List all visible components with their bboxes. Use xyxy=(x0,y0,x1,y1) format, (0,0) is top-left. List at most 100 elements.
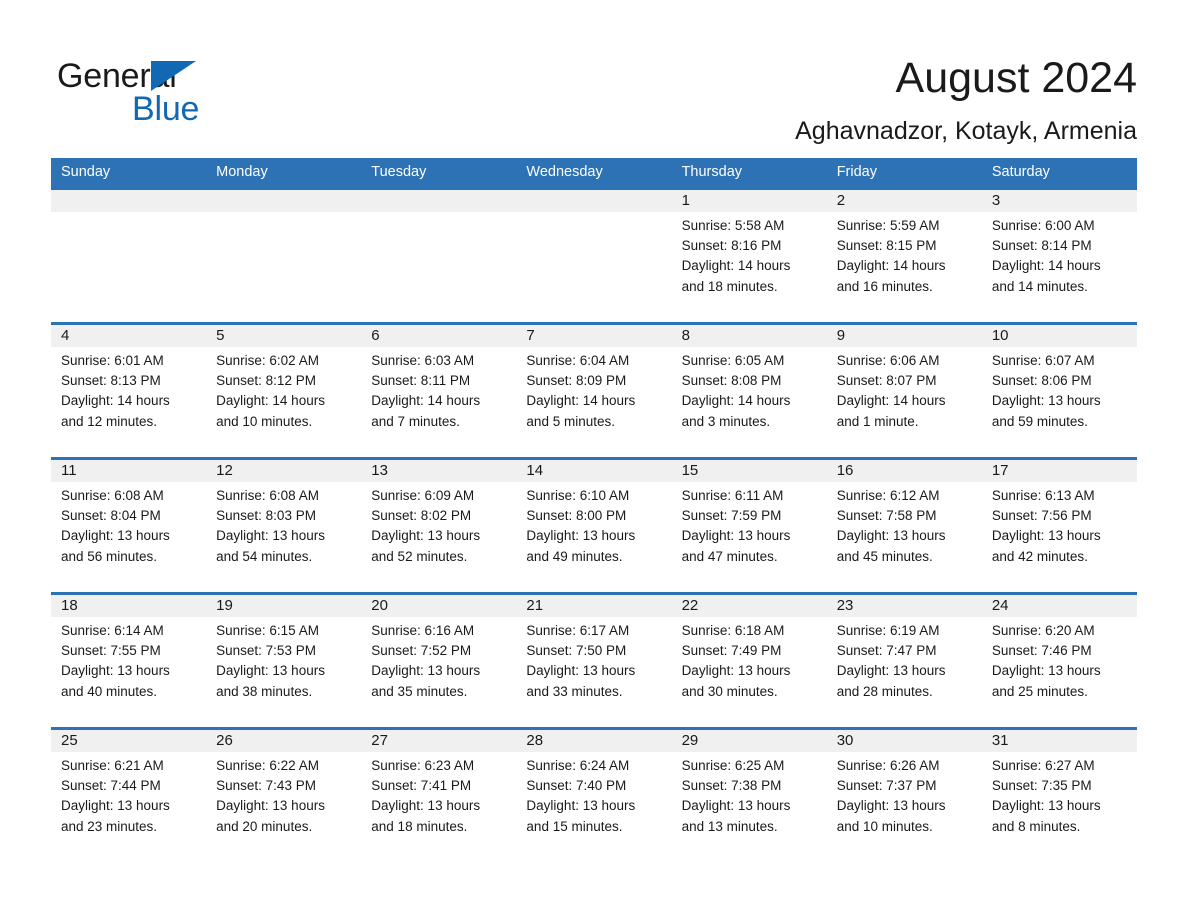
day-cell[interactable]: 10 Sunrise: 6:07 AM Sunset: 8:06 PM Dayl… xyxy=(982,325,1137,457)
day-cell[interactable]: 31 Sunrise: 6:27 AM Sunset: 7:35 PM Dayl… xyxy=(982,730,1137,862)
week-row: 11 Sunrise: 6:08 AM Sunset: 8:04 PM Dayl… xyxy=(51,457,1137,592)
weekday-header-monday: Monday xyxy=(216,164,268,180)
day-sun-info: Sunrise: 6:06 AM Sunset: 8:07 PM Dayligh… xyxy=(836,353,946,429)
general-blue-logo[interactable]: General Blue xyxy=(57,56,257,128)
day-cell[interactable]: 25 Sunrise: 6:21 AM Sunset: 7:44 PM Dayl… xyxy=(51,730,206,862)
title-block: August 2024 Aghavnadzor, Kotayk, Armenia xyxy=(795,52,1137,147)
day-cell[interactable]: 1 Sunrise: 5:58 AM Sunset: 8:16 PM Dayli… xyxy=(672,190,827,322)
day-number: 5 xyxy=(216,327,225,344)
location-subtitle: Aghavnadzor, Kotayk, Armenia xyxy=(795,117,1137,145)
day-number: 10 xyxy=(991,327,1009,344)
day-number: 6 xyxy=(371,327,380,344)
day-number: 14 xyxy=(526,462,544,479)
day-number: 21 xyxy=(526,597,544,614)
day-cell[interactable]: 7 Sunrise: 6:04 AM Sunset: 8:09 PM Dayli… xyxy=(516,325,671,457)
day-number: 4 xyxy=(61,327,70,344)
day-cell[interactable]: 15 Sunrise: 6:11 AM Sunset: 7:59 PM Dayl… xyxy=(672,460,827,592)
day-cell[interactable]: 18 Sunrise: 6:14 AM Sunset: 7:55 PM Dayl… xyxy=(51,595,206,727)
day-sun-info: Sunrise: 6:21 AM Sunset: 7:44 PM Dayligh… xyxy=(61,758,170,834)
day-sun-info: Sunrise: 6:27 AM Sunset: 7:35 PM Dayligh… xyxy=(991,758,1101,834)
day-cell[interactable]: 5 Sunrise: 6:02 AM Sunset: 8:12 PM Dayli… xyxy=(206,325,361,457)
week-row: 4 Sunrise: 6:01 AM Sunset: 8:13 PM Dayli… xyxy=(51,322,1137,457)
weekday-header-saturday: Saturday xyxy=(991,164,1050,180)
day-sun-info: Sunrise: 6:07 AM Sunset: 8:06 PM Dayligh… xyxy=(991,353,1101,429)
day-cell[interactable]: 8 Sunrise: 6:05 AM Sunset: 8:08 PM Dayli… xyxy=(672,325,827,457)
day-cell[interactable]: 21 Sunrise: 6:17 AM Sunset: 7:50 PM Dayl… xyxy=(516,595,671,727)
day-cell[interactable]: 16 Sunrise: 6:12 AM Sunset: 7:58 PM Dayl… xyxy=(827,460,982,592)
day-number: 15 xyxy=(681,462,699,479)
day-sun-info xyxy=(61,212,202,216)
day-number: 11 xyxy=(61,462,77,479)
day-number: 3 xyxy=(991,192,1001,209)
day-number: 29 xyxy=(681,732,699,749)
day-cell[interactable]: 6 Sunrise: 6:03 AM Sunset: 8:11 PM Dayli… xyxy=(361,325,516,457)
day-sun-info: Sunrise: 6:22 AM Sunset: 7:43 PM Dayligh… xyxy=(216,758,325,834)
page-title: August 2024 xyxy=(895,54,1137,102)
day-cell[interactable]: 14 Sunrise: 6:10 AM Sunset: 8:00 PM Dayl… xyxy=(516,460,671,592)
day-sun-info: Sunrise: 6:26 AM Sunset: 7:37 PM Dayligh… xyxy=(836,758,946,834)
day-sun-info: Sunrise: 6:17 AM Sunset: 7:50 PM Dayligh… xyxy=(526,623,636,699)
day-sun-info: Sunrise: 6:19 AM Sunset: 7:47 PM Dayligh… xyxy=(836,623,946,699)
day-cell[interactable]: 20 Sunrise: 6:16 AM Sunset: 7:52 PM Dayl… xyxy=(361,595,516,727)
day-cell[interactable]: 12 Sunrise: 6:08 AM Sunset: 8:03 PM Dayl… xyxy=(206,460,361,592)
day-cell[interactable]: 29 Sunrise: 6:25 AM Sunset: 7:38 PM Dayl… xyxy=(672,730,827,862)
day-cell[interactable]: 24 Sunrise: 6:20 AM Sunset: 7:46 PM Dayl… xyxy=(982,595,1137,727)
page-header: General Blue August 2024 Aghavnadzor, Ko… xyxy=(0,0,1188,158)
day-sun-info: Sunrise: 6:01 AM Sunset: 8:13 PM Dayligh… xyxy=(61,353,170,429)
day-number: 20 xyxy=(371,597,388,614)
day-cell[interactable]: 9 Sunrise: 6:06 AM Sunset: 8:07 PM Dayli… xyxy=(827,325,982,457)
day-number: 17 xyxy=(991,462,1009,479)
day-number: 7 xyxy=(526,327,535,344)
day-cell[interactable]: 17 Sunrise: 6:13 AM Sunset: 7:56 PM Dayl… xyxy=(982,460,1137,592)
day-sun-info: Sunrise: 6:24 AM Sunset: 7:40 PM Dayligh… xyxy=(526,758,636,834)
week-row: 25 Sunrise: 6:21 AM Sunset: 7:44 PM Dayl… xyxy=(51,727,1137,862)
day-sun-info: Sunrise: 6:08 AM Sunset: 8:03 PM Dayligh… xyxy=(216,488,325,564)
day-number: 16 xyxy=(836,462,854,479)
day-number: 24 xyxy=(991,597,1009,614)
day-sun-info xyxy=(371,212,512,216)
day-cell[interactable] xyxy=(361,190,516,322)
day-sun-info: Sunrise: 6:20 AM Sunset: 7:46 PM Dayligh… xyxy=(991,623,1101,699)
day-cell[interactable]: 19 Sunrise: 6:15 AM Sunset: 7:53 PM Dayl… xyxy=(206,595,361,727)
day-cell[interactable]: 27 Sunrise: 6:23 AM Sunset: 7:41 PM Dayl… xyxy=(361,730,516,862)
day-sun-info: Sunrise: 6:03 AM Sunset: 8:11 PM Dayligh… xyxy=(371,353,481,429)
day-number: 9 xyxy=(836,327,846,344)
day-number: 28 xyxy=(526,732,544,749)
day-sun-info: Sunrise: 6:00 AM Sunset: 8:14 PM Dayligh… xyxy=(991,218,1101,294)
day-cell[interactable]: 11 Sunrise: 6:08 AM Sunset: 8:04 PM Dayl… xyxy=(51,460,206,592)
weekday-header-friday: Friday xyxy=(836,164,877,180)
day-cell[interactable] xyxy=(206,190,361,322)
day-cell[interactable]: 22 Sunrise: 6:18 AM Sunset: 7:49 PM Dayl… xyxy=(672,595,827,727)
day-sun-info: Sunrise: 5:58 AM Sunset: 8:16 PM Dayligh… xyxy=(681,218,791,294)
day-cell[interactable]: 28 Sunrise: 6:24 AM Sunset: 7:40 PM Dayl… xyxy=(516,730,671,862)
day-cell[interactable] xyxy=(51,190,206,322)
day-cell[interactable]: 13 Sunrise: 6:09 AM Sunset: 8:02 PM Dayl… xyxy=(361,460,516,592)
day-number: 2 xyxy=(836,192,846,209)
day-sun-info: Sunrise: 6:14 AM Sunset: 7:55 PM Dayligh… xyxy=(61,623,170,699)
day-number: 23 xyxy=(836,597,854,614)
day-sun-info: Sunrise: 5:59 AM Sunset: 8:15 PM Dayligh… xyxy=(836,218,946,294)
day-number: 22 xyxy=(681,597,699,614)
day-number: 12 xyxy=(216,462,233,479)
day-sun-info: Sunrise: 6:23 AM Sunset: 7:41 PM Dayligh… xyxy=(371,758,481,834)
day-cell[interactable]: 30 Sunrise: 6:26 AM Sunset: 7:37 PM Dayl… xyxy=(827,730,982,862)
day-sun-info: Sunrise: 6:08 AM Sunset: 8:04 PM Dayligh… xyxy=(61,488,170,564)
day-sun-info: Sunrise: 6:05 AM Sunset: 8:08 PM Dayligh… xyxy=(681,353,791,429)
day-sun-info: Sunrise: 6:18 AM Sunset: 7:49 PM Dayligh… xyxy=(681,623,791,699)
day-number: 8 xyxy=(681,327,690,344)
weekday-header-tuesday: Tuesday xyxy=(371,164,427,180)
day-cell[interactable]: 26 Sunrise: 6:22 AM Sunset: 7:43 PM Dayl… xyxy=(206,730,361,862)
day-cell[interactable]: 3 Sunrise: 6:00 AM Sunset: 8:14 PM Dayli… xyxy=(982,190,1137,322)
day-number: 27 xyxy=(371,732,388,749)
day-number: 26 xyxy=(216,732,233,749)
day-number: 31 xyxy=(991,732,1009,749)
day-number: 13 xyxy=(371,462,388,479)
calendar-page: General Blue August 2024 Aghavnadzor, Ko… xyxy=(0,0,1188,918)
day-cell[interactable]: 23 Sunrise: 6:19 AM Sunset: 7:47 PM Dayl… xyxy=(827,595,982,727)
day-sun-info: Sunrise: 6:25 AM Sunset: 7:38 PM Dayligh… xyxy=(681,758,791,834)
day-cell[interactable]: 4 Sunrise: 6:01 AM Sunset: 8:13 PM Dayli… xyxy=(51,325,206,457)
weekday-header-thursday: Thursday xyxy=(681,164,743,180)
day-cell[interactable]: 2 Sunrise: 5:59 AM Sunset: 8:15 PM Dayli… xyxy=(827,190,982,322)
day-cell[interactable] xyxy=(516,190,671,322)
day-sun-info xyxy=(526,212,667,216)
